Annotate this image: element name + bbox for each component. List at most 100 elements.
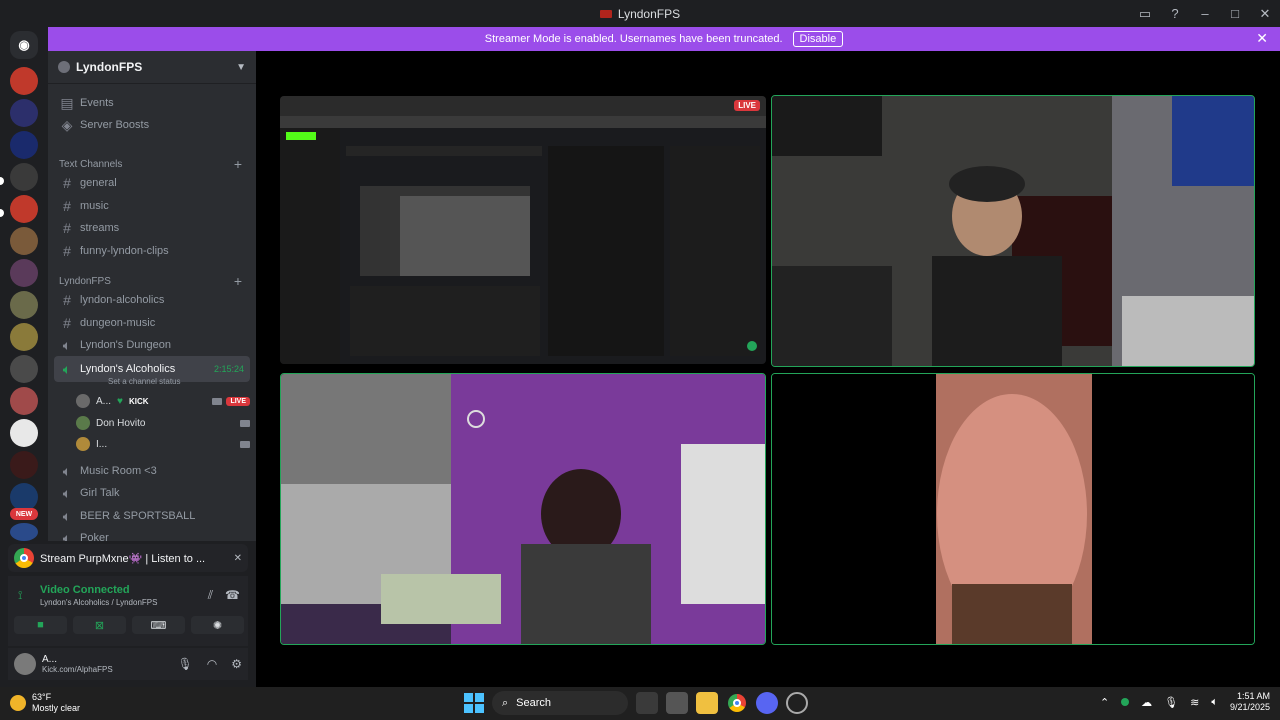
server-icon[interactable] [10, 227, 38, 255]
task-view-icon[interactable] [636, 692, 658, 714]
time: 1:51 AM [1236, 691, 1270, 701]
guild-header[interactable]: LyndonFPS ▼ [48, 51, 256, 84]
noise-suppression-icon[interactable]: ⫽ [208, 588, 213, 603]
start-button[interactable] [464, 693, 484, 713]
voice-girl-talk[interactable]: 🔈︎ Girl Talk [54, 482, 250, 504]
events-item[interactable]: ▤ Events [54, 92, 250, 114]
help-icon[interactable]: ? [1160, 0, 1190, 27]
disconnect-icon[interactable]: ☎ [225, 588, 240, 603]
server-icon[interactable] [10, 523, 38, 541]
voice-music-room[interactable]: 🔈︎ Music Room <3 [54, 460, 250, 482]
channel-funny-lyndon-clips[interactable]: # funny-lyndon-clips [54, 240, 250, 262]
server-icon[interactable] [10, 291, 38, 319]
inbox-icon[interactable]: ▭ [1130, 0, 1160, 27]
channel-music[interactable]: # music [54, 195, 250, 217]
add-channel-icon[interactable]: + [234, 156, 242, 172]
server-icon[interactable] [10, 67, 38, 95]
activities-button[interactable]: ⌨ [132, 616, 185, 634]
server-icon[interactable] [10, 195, 38, 223]
camera-icon [240, 419, 250, 427]
status-icon[interactable] [1121, 698, 1130, 706]
discord-icon[interactable] [756, 692, 778, 714]
chevron-up-icon[interactable]: ⌃ [1100, 696, 1109, 709]
channel-label: general [80, 177, 117, 189]
server-icon[interactable] [10, 99, 38, 127]
channel-status-text[interactable]: Set a channel status [108, 377, 181, 386]
microphone-icon[interactable]: 🎙︎ [1164, 696, 1178, 709]
stream-tile[interactable]: LIVE [280, 96, 766, 364]
webcam-image [281, 374, 765, 644]
close-window-button[interactable]: ✕ [1250, 0, 1280, 27]
microphone-icon[interactable]: 🎙︎ [178, 657, 193, 671]
network-icon[interactable]: ☁ [1141, 696, 1152, 709]
clock[interactable]: 1:51 AM 9/21/2025 [1230, 691, 1270, 713]
disable-streamer-mode-button[interactable]: Disable [792, 31, 844, 47]
avatar [76, 394, 90, 408]
channel-lyndon-alcoholics[interactable]: # lyndon-alcoholics [54, 289, 250, 311]
camera-button[interactable]: ■ [14, 616, 67, 634]
voice-beer-sportsball[interactable]: 🔈︎ BEER & SPORTSBALL [54, 505, 250, 527]
avatar [76, 416, 90, 430]
activity-card[interactable]: Stream PurpMxne👾 | Listen to ... ✕ [8, 544, 248, 572]
voice-user[interactable]: I... [76, 434, 250, 454]
date: 9/21/2025 [1229, 702, 1270, 712]
voice-lyndons-dungeon[interactable]: 🔈︎ Lyndon's Dungeon [54, 334, 250, 356]
webcam-tile[interactable] [280, 373, 766, 645]
gear-icon[interactable]: ⚙ [231, 657, 242, 671]
channel-label: Poker [80, 532, 109, 541]
search-icon: ⌕ [502, 696, 509, 709]
app-icon[interactable] [786, 692, 808, 714]
channel-label: Girl Talk [80, 487, 120, 499]
avatar[interactable] [14, 653, 36, 675]
server-icon[interactable] [10, 419, 38, 447]
server-icon[interactable] [10, 387, 38, 415]
volume-icon[interactable]: 🔈︎ [1211, 696, 1218, 709]
voice-user[interactable]: A... ♥ KICK LIVE [76, 391, 250, 411]
server-icon[interactable] [10, 323, 38, 351]
wifi-icon[interactable]: ≋ [1190, 696, 1199, 709]
close-banner-icon[interactable]: ✕ [1256, 30, 1268, 47]
banner-text: Streamer Mode is enabled. Usernames have… [484, 33, 783, 45]
server-icon[interactable] [10, 131, 38, 159]
webcam-tile[interactable] [771, 373, 1255, 645]
store-icon[interactable] [666, 692, 688, 714]
server-icon[interactable] [10, 259, 38, 287]
webcam-tile[interactable] [771, 95, 1255, 367]
maximize-button[interactable]: □ [1220, 0, 1250, 27]
screen-share-icon: ⊠ [94, 619, 105, 632]
file-explorer-icon[interactable] [696, 692, 718, 714]
hash-icon: # [63, 243, 71, 259]
add-channel-icon[interactable]: + [234, 273, 242, 289]
channel-general[interactable]: # general [54, 172, 250, 194]
channel-streams[interactable]: # streams [54, 217, 250, 239]
search-label: Search [516, 697, 552, 709]
voice-user-name: A... [96, 395, 112, 407]
close-activity-icon[interactable]: ✕ [234, 553, 242, 564]
soundboard-button[interactable]: ✺ [191, 616, 244, 634]
taskbar-search[interactable]: ⌕ Search [492, 691, 628, 715]
voice-location[interactable]: Lyndon's Alcoholics / LyndonFPS [40, 598, 157, 607]
boost-icon: ◈ [61, 116, 73, 133]
voice-connection-panel: ⟟ Video Connected Lyndon's Alcoholics / … [8, 576, 248, 646]
voice-user[interactable]: Don Hovito [76, 413, 250, 433]
server-icon[interactable] [10, 451, 38, 479]
speaker-icon: 🔈︎ [62, 462, 72, 479]
chrome-icon[interactable] [726, 692, 748, 714]
minimize-button[interactable]: – [1190, 0, 1220, 27]
server-icon[interactable] [10, 355, 38, 383]
voice-poker[interactable]: 🔈︎ Poker [54, 527, 250, 542]
heart-icon: ♥ [117, 395, 123, 407]
screen-share-button[interactable]: ⊠ [73, 616, 126, 634]
avatar [76, 437, 90, 451]
voice-timer: 2:15:24 [213, 364, 244, 374]
channel-dungeon-music[interactable]: # dungeon-music [54, 312, 250, 334]
discord-home-icon[interactable]: ◉ [10, 31, 38, 59]
server-icon[interactable] [10, 483, 38, 511]
camera-icon [240, 440, 250, 448]
chrome-icon [14, 548, 34, 568]
app-flag-icon [599, 9, 612, 18]
server-icon[interactable] [10, 163, 38, 191]
headphones-icon[interactable]: ◠ [207, 657, 217, 671]
weather-widget[interactable]: 63°F Mostly clear [10, 692, 80, 714]
server-boosts-item[interactable]: ◈ Server Boosts [54, 114, 250, 136]
